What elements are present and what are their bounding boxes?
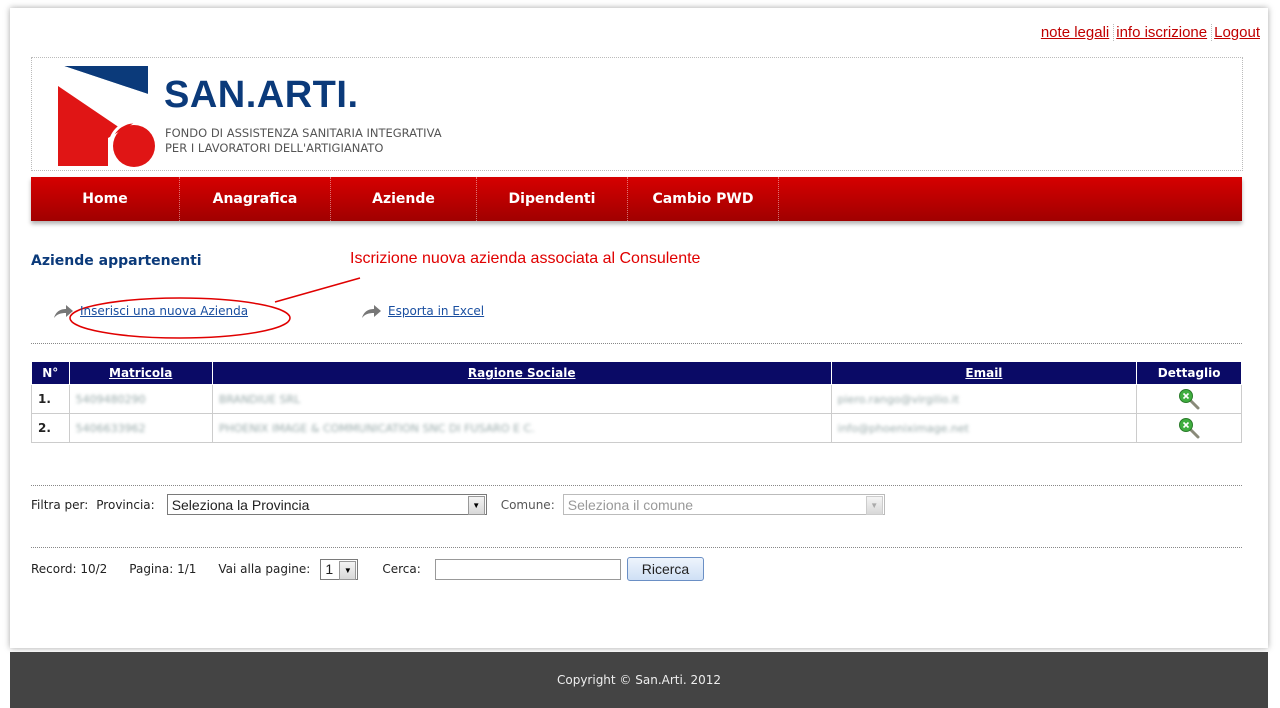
chevron-down-icon[interactable]: ▼ [467,496,485,515]
filter-bar: Filtra per: Provincia: Seleziona la Prov… [31,494,885,515]
chevron-down-icon[interactable]: ▼ [339,560,357,580]
row-email: piero.rango@virgilio.it [830,384,1138,414]
copyright-text: Copyright © San.Arti. 2012 [556,673,721,687]
row-email: info@phoeniximage.net [830,413,1138,443]
page-title: Aziende appartenenti [31,253,202,269]
nav-dipendenti[interactable]: Dipendenti [477,177,628,221]
export-excel-link[interactable]: Esporta in Excel [388,304,484,318]
matricola-value: 5409480290 [75,393,146,406]
ragione-value: BRANDIUE SRL [218,393,301,406]
divider [31,485,1242,486]
info-iscrizione-link[interactable]: info iscrizione [1113,24,1208,41]
row-number: 1. [31,384,70,414]
col-n: N° [31,361,70,385]
search-button[interactable]: Ricerca [626,557,705,581]
logout-link[interactable]: Logout [1211,24,1260,41]
row-ragione: PHOENIX IMAGE & COMMUNICATION SNC DI FUS… [211,413,832,443]
table-row: 2. 5406633962 PHOENIX IMAGE & COMMUNICAT… [31,413,1242,443]
divider [31,343,1242,344]
record-count: Record: 10/2 [31,562,108,576]
note-legali-link[interactable]: note legali [1039,24,1109,41]
col-dettaglio: Dettaglio [1136,361,1242,385]
logo-subtitle: FONDO DI ASSISTENZA SANITARIA INTEGRATIV… [165,126,442,156]
row-number: 2. [31,413,70,443]
companies-table: N° Matricola Ragione Sociale Email Detta… [31,361,1242,443]
search-input[interactable] [434,558,621,580]
top-links: note legali info iscrizione Logout [1035,24,1260,41]
pager-bar: Record: 10/2 Pagina: 1/1 Vai alla pagine… [31,557,705,581]
row-detail [1136,413,1242,443]
header-banner: SAN.ARTI. FONDO DI ASSISTENZA SANITARIA … [31,57,1243,171]
insert-company-link[interactable]: Inserisci una nuova Azienda [80,304,248,318]
logo-title: SAN.ARTI. [164,74,359,116]
col-email[interactable]: Email [830,361,1138,385]
page-count: Pagina: 1/1 [129,562,197,576]
row-matricola: 5409480290 [68,384,213,414]
forward-arrow-icon [362,305,381,318]
magnifier-detail-icon[interactable] [1178,417,1200,439]
provincia-value: Seleziona la Provincia [171,496,310,513]
nav-aziende[interactable]: Aziende [331,177,477,221]
row-ragione: BRANDIUE SRL [211,384,832,414]
provincia-select[interactable]: Seleziona la Provincia ▼ [166,494,487,515]
email-value: piero.rango@virgilio.it [837,393,960,406]
filter-label: Filtra per: [31,497,89,512]
provincia-label: Provincia: [96,497,155,512]
comune-select[interactable]: Seleziona il comune ▼ [562,494,885,515]
row-detail [1136,384,1242,414]
search-label: Cerca: [382,562,421,576]
ragione-value: PHOENIX IMAGE & COMMUNICATION SNC DI FUS… [218,422,535,435]
nav-cambio-pwd[interactable]: Cambio PWD [628,177,779,221]
comune-value: Seleziona il comune [567,496,694,513]
footer: Copyright © San.Arti. 2012 [10,652,1268,708]
comune-label: Comune: [500,497,555,512]
page-select[interactable]: 1 ▼ [320,558,359,580]
goto-page-label: Vai alla pagine: [218,562,311,576]
logo-subtitle-line2: PER I LAVORATORI DELL'ARTIGIANATO [165,141,384,155]
annotation-callout: Iscrizione nuova azienda associata al Co… [350,250,701,267]
logo-subtitle-line1: FONDO DI ASSISTENZA SANITARIA INTEGRATIV… [165,126,442,140]
page-select-value: 1 [325,561,334,577]
row-matricola: 5406633962 [68,413,213,443]
magnifier-detail-icon[interactable] [1178,388,1200,410]
insert-action: Inserisci una nuova Azienda [52,303,248,319]
table-row: 1. 5409480290 BRANDIUE SRL piero.rango@v… [31,384,1242,414]
email-value: info@phoeniximage.net [837,422,969,435]
col-ragione-sociale[interactable]: Ragione Sociale [211,361,832,385]
export-action: Esporta in Excel [360,303,484,319]
nav-anagrafica[interactable]: Anagrafica [180,177,331,221]
divider [31,547,1242,548]
sanarti-logo-icon [58,66,158,168]
main-nav: Home Anagrafica Aziende Dipendenti Cambi… [31,177,1242,221]
forward-arrow-icon [54,305,73,318]
matricola-value: 5406633962 [75,422,146,435]
chevron-down-icon[interactable]: ▼ [865,496,883,515]
col-matricola[interactable]: Matricola [68,361,213,385]
nav-home[interactable]: Home [31,177,180,221]
